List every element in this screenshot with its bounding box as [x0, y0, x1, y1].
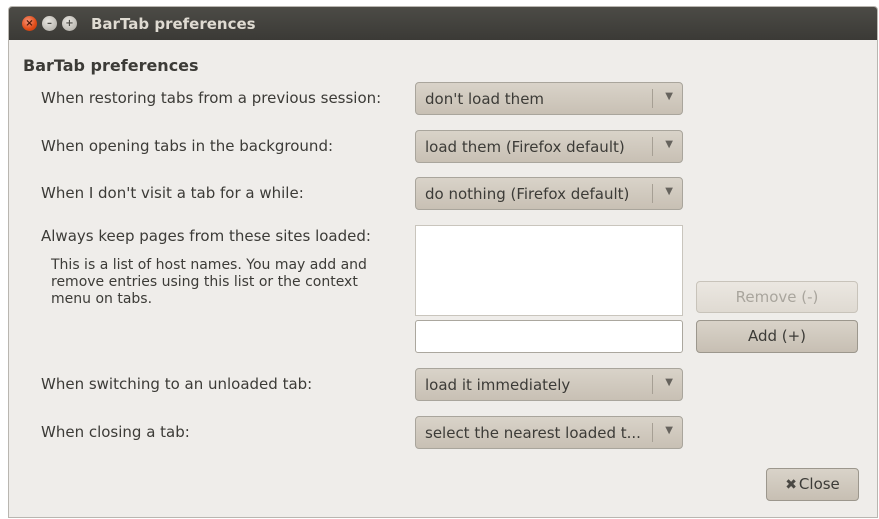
window-title: BarTab preferences — [91, 15, 256, 33]
switch-tab-label: When switching to an unloaded tab: — [41, 375, 313, 393]
whitelist-label: Always keep pages from these sites loade… — [41, 227, 371, 245]
close-button[interactable]: ✖ Close — [766, 468, 859, 501]
dropdown-separator — [652, 423, 653, 442]
idle-tab-dropdown[interactable]: do nothing (Firefox default) ▼ — [415, 177, 683, 210]
chevron-down-icon: ▼ — [665, 186, 673, 197]
switch-tab-value: load it immediately — [425, 376, 571, 394]
background-tabs-dropdown[interactable]: load them (Firefox default) ▼ — [415, 130, 683, 163]
dropdown-separator — [652, 184, 653, 203]
idle-tab-value: do nothing (Firefox default) — [425, 185, 630, 203]
background-tabs-label: When opening tabs in the background: — [41, 137, 334, 155]
chevron-down-icon: ▼ — [665, 139, 673, 150]
idle-tab-label: When I don't visit a tab for a while: — [41, 184, 304, 202]
chevron-down-icon: ▼ — [665, 425, 673, 436]
switch-tab-dropdown[interactable]: load it immediately ▼ — [415, 368, 683, 401]
whitelist-help-text: This is a list of host names. You may ad… — [51, 257, 367, 307]
remove-button[interactable]: Remove (-) — [696, 281, 858, 313]
restore-tabs-label: When restoring tabs from a previous sess… — [41, 89, 382, 107]
dropdown-separator — [652, 137, 653, 156]
add-button[interactable]: Add (+) — [696, 320, 858, 353]
close-button-label: Close — [798, 475, 840, 493]
title-bar[interactable]: × – + BarTab preferences — [9, 7, 877, 40]
close-tab-label: When closing a tab: — [41, 423, 190, 441]
chevron-down-icon: ▼ — [665, 377, 673, 388]
host-entry-field[interactable] — [415, 320, 683, 353]
dropdown-separator — [652, 89, 653, 108]
restore-tabs-value: don't load them — [425, 90, 545, 108]
close-tab-value: select the nearest loaded t... — [425, 424, 641, 442]
close-icon: ✖ — [785, 477, 797, 493]
window-maximize-icon[interactable]: + — [62, 16, 77, 31]
window-close-icon[interactable]: × — [22, 16, 37, 31]
chevron-down-icon: ▼ — [665, 91, 673, 102]
dropdown-separator — [652, 375, 653, 394]
window-minimize-icon[interactable]: – — [42, 16, 57, 31]
section-heading: BarTab preferences — [23, 56, 199, 75]
host-list[interactable] — [415, 225, 683, 316]
close-tab-dropdown[interactable]: select the nearest loaded t... ▼ — [415, 416, 683, 449]
restore-tabs-dropdown[interactable]: don't load them ▼ — [415, 82, 683, 115]
preferences-window: × – + BarTab preferences BarTab preferen… — [8, 6, 878, 518]
background-tabs-value: load them (Firefox default) — [425, 138, 625, 156]
